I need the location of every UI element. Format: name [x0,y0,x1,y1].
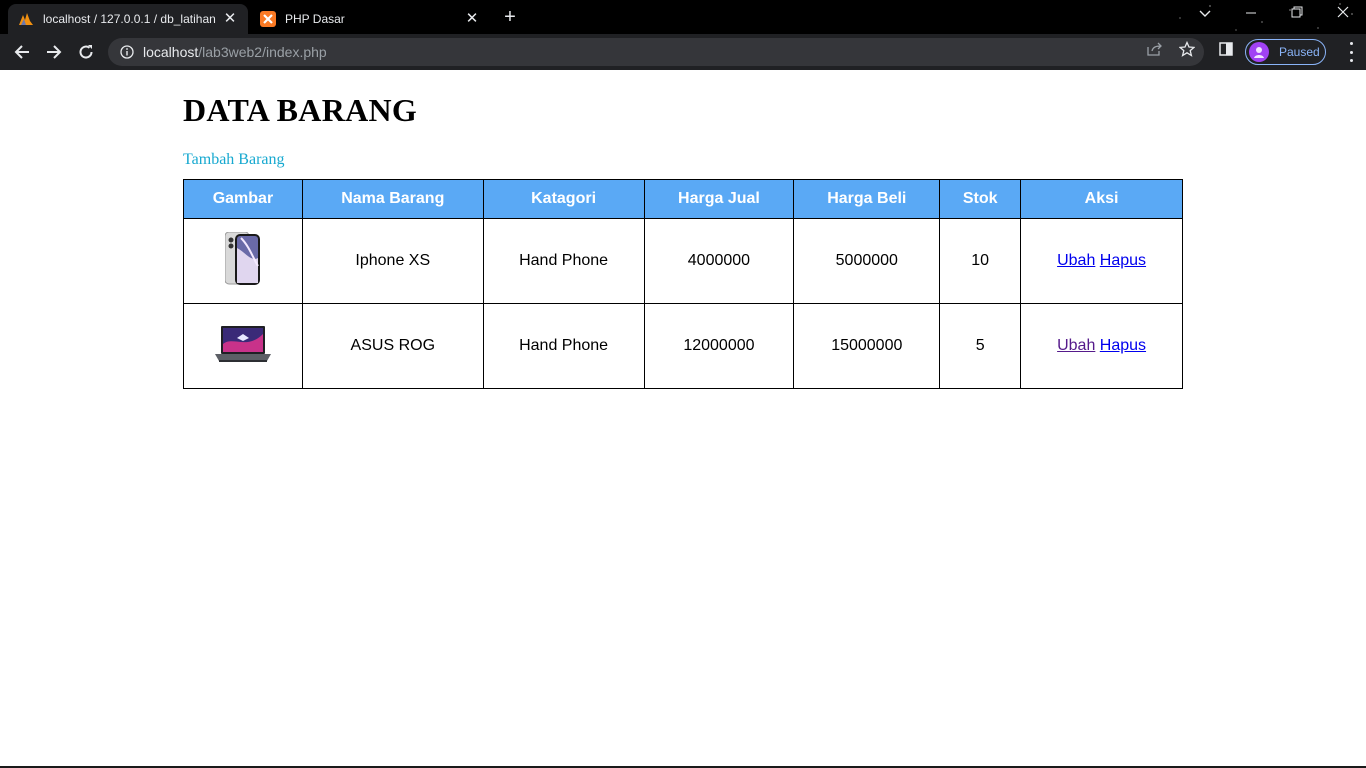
close-tab-icon[interactable]: ✕ [464,11,480,27]
profile-status-label: Paused [1279,45,1320,59]
column-header-kategori: Katagori [482,179,645,219]
edit-link[interactable]: Ubah [1057,337,1095,354]
new-tab-icon[interactable]: + [500,7,520,27]
side-panel-icon[interactable] [1217,40,1235,58]
item-sell-price-cell: 4000000 [643,218,795,304]
column-header-harga-jual: Harga Jual [643,179,795,219]
address-bar[interactable]: localhost/lab3web2/index.php [108,38,1204,66]
actions-cell: Ubah Hapus [1020,218,1183,304]
tab-title: localhost / 127.0.0.1 / db_latihan [43,12,216,26]
iphone-xs-image [224,231,261,291]
page-content: DATA BARANG Tambah Barang Gambar Nama Ba… [0,70,1366,768]
tab-title: PHP Dasar [285,12,345,26]
column-header-stok: Stok [939,179,1022,219]
item-category-cell: Hand Phone [482,303,645,389]
column-header-gambar: Gambar [183,179,303,219]
column-header-aksi: Aksi [1020,179,1183,219]
column-header-harga-beli: Harga Beli [793,179,941,219]
edit-link[interactable]: Ubah [1057,252,1095,269]
tab-phpmyadmin[interactable]: localhost / 127.0.0.1 / db_latihan ✕ [8,4,248,34]
product-image-cell [183,303,303,389]
product-image-cell [183,218,303,304]
page-title: DATA BARANG [183,92,418,128]
item-buy-price-cell: 5000000 [793,218,941,304]
browser-tab-strip: localhost / 127.0.0.1 / db_latihan ✕ PHP… [0,0,1366,34]
url-text: localhost/lab3web2/index.php [143,44,327,60]
delete-link[interactable]: Hapus [1100,337,1146,354]
tab-php-dasar[interactable]: PHP Dasar ✕ [250,4,490,34]
asus-rog-laptop-image [214,324,271,369]
browser-toolbar: localhost/lab3web2/index.php Paused [0,34,1366,70]
item-category-cell: Hand Phone [482,218,645,304]
profile-button[interactable]: Paused [1245,39,1326,65]
restore-icon[interactable] [1287,6,1307,21]
item-stock-cell: 5 [939,303,1022,389]
table-header-row: Gambar Nama Barang Katagori Harga Jual H… [183,179,1183,219]
actions-cell: Ubah Hapus [1020,303,1183,389]
xampp-icon [260,11,276,27]
minimize-icon[interactable] [1241,6,1261,21]
bookmark-star-icon[interactable] [1178,40,1196,58]
item-name-cell: ASUS ROG [301,303,484,389]
item-buy-price-cell: 15000000 [793,303,941,389]
forward-icon[interactable] [42,40,66,64]
table-row: Iphone XS Hand Phone 4000000 5000000 10 … [183,218,1183,304]
item-sell-price-cell: 12000000 [643,303,795,389]
close-window-icon[interactable] [1333,6,1353,21]
column-header-nama-barang: Nama Barang [301,179,484,219]
reload-icon[interactable] [74,40,98,64]
close-tab-icon[interactable]: ✕ [222,11,238,27]
item-name-cell: Iphone XS [301,218,484,304]
url-host: localhost [143,44,199,60]
tab-search-icon[interactable] [1195,6,1215,21]
table-row: ASUS ROG Hand Phone 12000000 15000000 5 … [183,303,1183,389]
phpmyadmin-icon [18,11,34,27]
browser-menu-icon[interactable] [1348,42,1354,62]
items-table: Gambar Nama Barang Katagori Harga Jual H… [183,179,1183,389]
site-info-icon[interactable] [119,44,135,60]
delete-link[interactable]: Hapus [1100,252,1146,269]
item-stock-cell: 10 [939,218,1022,304]
add-item-link[interactable]: Tambah Barang [183,151,285,169]
back-icon[interactable] [10,40,34,64]
url-path: /lab3web2/index.php [198,44,327,60]
avatar-icon [1249,42,1269,62]
share-icon[interactable] [1146,40,1164,58]
